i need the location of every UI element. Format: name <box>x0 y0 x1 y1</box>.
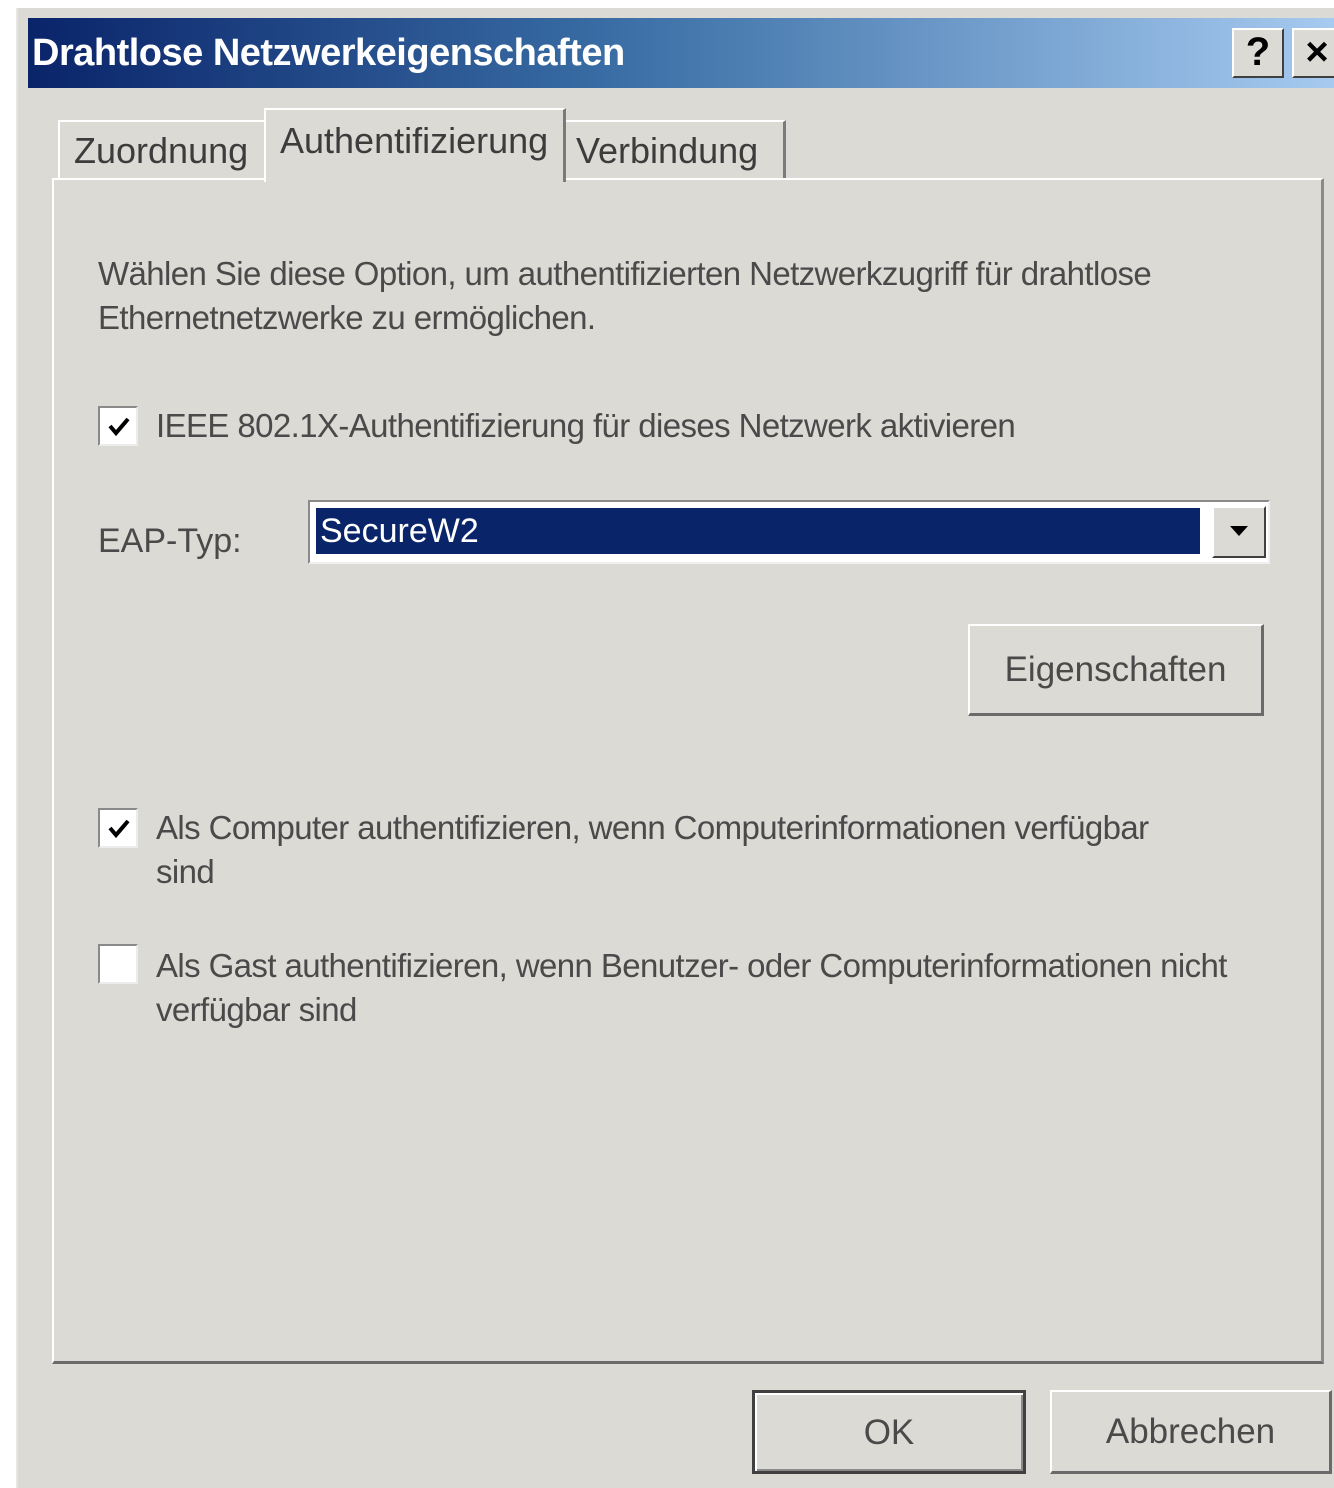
eap-type-label: EAP-Typ: <box>98 522 242 560</box>
window-title: Drahtlose Netzwerkeigenschaften <box>32 32 625 74</box>
cancel-button[interactable]: Abbrechen <box>1050 1390 1332 1474</box>
computer-auth-label[interactable]: Als Computer authentifizieren, wenn Comp… <box>156 806 1156 894</box>
description-text: Wählen Sie diese Option, um authentifizi… <box>98 255 1152 336</box>
tab-panel <box>52 178 1324 1364</box>
close-button[interactable]: × <box>1292 28 1334 78</box>
dropdown-button[interactable] <box>1212 506 1266 558</box>
properties-button[interactable]: Eigenschaften <box>968 624 1264 716</box>
tab-verbindung[interactable]: Verbindung <box>566 120 786 180</box>
guest-auth-label[interactable]: Als Gast authentifizieren, wenn Benutzer… <box>156 944 1316 1032</box>
help-button[interactable]: ? <box>1232 28 1284 78</box>
ieee-checkbox-label[interactable]: IEEE 802.1X-Authentifizierung für dieses… <box>156 404 1256 448</box>
dialog-window: Drahtlose Netzwerkeigenschaften ? × Zuor… <box>18 8 1334 1488</box>
chevron-down-icon <box>1230 526 1248 536</box>
checkmark-icon <box>108 819 130 839</box>
computer-auth-checkbox[interactable] <box>98 808 138 848</box>
ok-button[interactable]: OK <box>752 1390 1026 1474</box>
eap-type-select[interactable]: SecureW2 <box>308 500 1270 564</box>
checkmark-icon <box>108 417 130 437</box>
tab-authentifizierung[interactable]: Authentifizierung <box>264 108 566 182</box>
guest-auth-checkbox[interactable] <box>98 944 138 984</box>
title-bar[interactable]: Drahtlose Netzwerkeigenschaften ? × <box>28 18 1334 88</box>
tab-zuordnung[interactable]: Zuordnung <box>58 120 264 180</box>
eap-type-value[interactable]: SecureW2 <box>316 508 1200 554</box>
ieee-checkbox[interactable] <box>98 406 138 446</box>
